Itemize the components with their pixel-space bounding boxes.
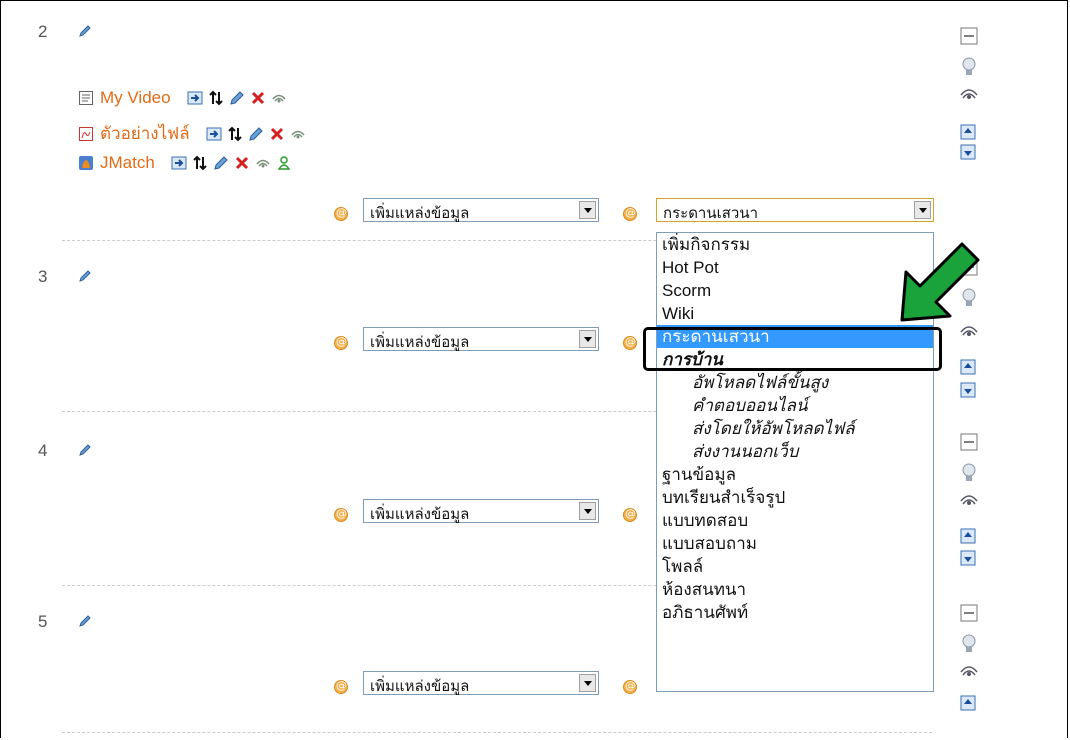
section-number: 2	[38, 22, 48, 41]
add-resource-select[interactable]: เพิ่มแหล่งข้อมูล	[363, 499, 599, 523]
visibility-eye-icon[interactable]	[290, 126, 306, 142]
help-icon[interactable]	[334, 507, 348, 522]
chevron-down-icon	[579, 674, 596, 692]
group-mode-icon[interactable]	[276, 155, 292, 171]
resource-row: My Video	[78, 88, 287, 108]
dropdown-option[interactable]: ฐานข้อมูล	[657, 463, 933, 486]
delete-icon[interactable]	[234, 155, 250, 171]
move-down-icon[interactable]	[960, 144, 976, 160]
add-resource-select-value: เพิ่มแหล่งข้อมูล	[370, 677, 470, 695]
move-up-icon[interactable]	[960, 695, 976, 711]
dropdown-option[interactable]: โพลล์	[657, 555, 933, 578]
section-number: 4	[38, 441, 48, 460]
section-number: 5	[38, 612, 48, 631]
resource-tools	[171, 155, 292, 171]
page-icon	[78, 90, 94, 106]
move-icon[interactable]	[192, 155, 208, 171]
edit-summary-pencil-icon[interactable]	[78, 24, 92, 42]
add-activity-select[interactable]: กระดานเสวนา	[656, 198, 934, 222]
resource-link[interactable]: ตัวอย่างไฟล์	[100, 120, 190, 147]
indent-right-icon[interactable]	[206, 126, 222, 142]
highlight-bulb-icon[interactable]	[962, 57, 976, 75]
move-up-icon[interactable]	[960, 124, 976, 140]
visibility-eye-icon[interactable]	[271, 90, 287, 106]
highlight-box	[643, 327, 942, 371]
move-down-icon[interactable]	[960, 382, 976, 398]
section-number: 3	[38, 267, 48, 286]
help-icon[interactable]	[623, 335, 637, 350]
collapse-icon[interactable]	[960, 433, 978, 451]
add-resource-select[interactable]: เพิ่มแหล่งข้อมูล	[363, 671, 599, 695]
chevron-down-icon	[914, 201, 931, 219]
dropdown-option[interactable]: ส่งโดยให้อัพโหลดไฟล์	[657, 417, 933, 440]
delete-icon[interactable]	[269, 126, 285, 142]
help-icon[interactable]	[623, 679, 637, 694]
help-icon[interactable]	[334, 206, 348, 221]
add-resource-select-value: เพิ่มแหล่งข้อมูล	[370, 204, 470, 222]
dropdown-option[interactable]: ส่งงานนอกเว็บ	[657, 440, 933, 463]
highlight-bulb-icon[interactable]	[962, 463, 976, 481]
resource-link[interactable]: My Video	[100, 88, 171, 108]
visibility-eye-icon[interactable]	[255, 155, 271, 171]
pdf-icon	[78, 126, 94, 142]
hotpot-icon	[78, 155, 94, 171]
chevron-down-icon	[579, 502, 596, 520]
help-icon[interactable]	[334, 335, 348, 350]
move-up-icon[interactable]	[960, 528, 976, 544]
chevron-down-icon	[579, 201, 596, 219]
edit-pencil-icon[interactable]	[248, 126, 264, 142]
move-down-icon[interactable]	[960, 550, 976, 566]
dropdown-option[interactable]: แบบทดสอบ	[657, 509, 933, 532]
section-divider	[62, 732, 932, 733]
add-resource-select-value: เพิ่มแหล่งข้อมูล	[370, 333, 470, 351]
dropdown-option[interactable]: ห้องสนทนา	[657, 578, 933, 601]
section-controls	[960, 604, 980, 728]
resource-tools	[187, 90, 287, 106]
collapse-icon[interactable]	[960, 27, 978, 45]
help-icon[interactable]	[334, 679, 348, 694]
resource-row: ตัวอย่างไฟล์	[78, 120, 306, 147]
indent-right-icon[interactable]	[171, 155, 187, 171]
move-icon[interactable]	[227, 126, 243, 142]
resource-row: JMatch	[78, 153, 292, 173]
dropdown-option[interactable]: อภิธานศัพท์	[657, 601, 933, 624]
collapse-icon[interactable]	[960, 604, 978, 622]
resource-link[interactable]: JMatch	[100, 153, 155, 173]
visibility-eye-icon[interactable]	[960, 495, 978, 505]
dropdown-option[interactable]: แบบสอบถาม	[657, 532, 933, 555]
chevron-down-icon	[579, 330, 596, 348]
indent-right-icon[interactable]	[187, 90, 203, 106]
help-icon[interactable]	[623, 206, 637, 221]
visibility-eye-icon[interactable]	[960, 666, 978, 676]
edit-pencil-icon[interactable]	[213, 155, 229, 171]
add-resource-select-value: เพิ่มแหล่งข้อมูล	[370, 505, 470, 523]
add-resource-select[interactable]: เพิ่มแหล่งข้อมูล	[363, 198, 599, 222]
section-controls	[960, 433, 980, 577]
dropdown-option[interactable]: อัพโหลดไฟล์ขั้นสูง	[657, 371, 933, 394]
help-icon[interactable]	[623, 507, 637, 522]
green-arrow-icon	[900, 242, 980, 322]
visibility-eye-icon[interactable]	[960, 89, 978, 99]
edit-summary-pencil-icon[interactable]	[78, 443, 92, 461]
edit-summary-pencil-icon[interactable]	[78, 269, 92, 287]
section-controls	[960, 27, 980, 171]
edit-summary-pencil-icon[interactable]	[78, 614, 92, 632]
edit-pencil-icon[interactable]	[229, 90, 245, 106]
add-activity-select-value: กระดานเสวนา	[663, 204, 758, 222]
dropdown-option[interactable]: บทเรียนสำเร็จรูป	[657, 486, 933, 509]
delete-icon[interactable]	[250, 90, 266, 106]
resource-tools	[206, 126, 306, 142]
move-icon[interactable]	[208, 90, 224, 106]
dropdown-option[interactable]: คำตอบออนไลน์	[657, 394, 933, 417]
highlight-bulb-icon[interactable]	[962, 634, 976, 652]
move-up-icon[interactable]	[960, 359, 976, 375]
add-resource-select[interactable]: เพิ่มแหล่งข้อมูล	[363, 327, 599, 351]
